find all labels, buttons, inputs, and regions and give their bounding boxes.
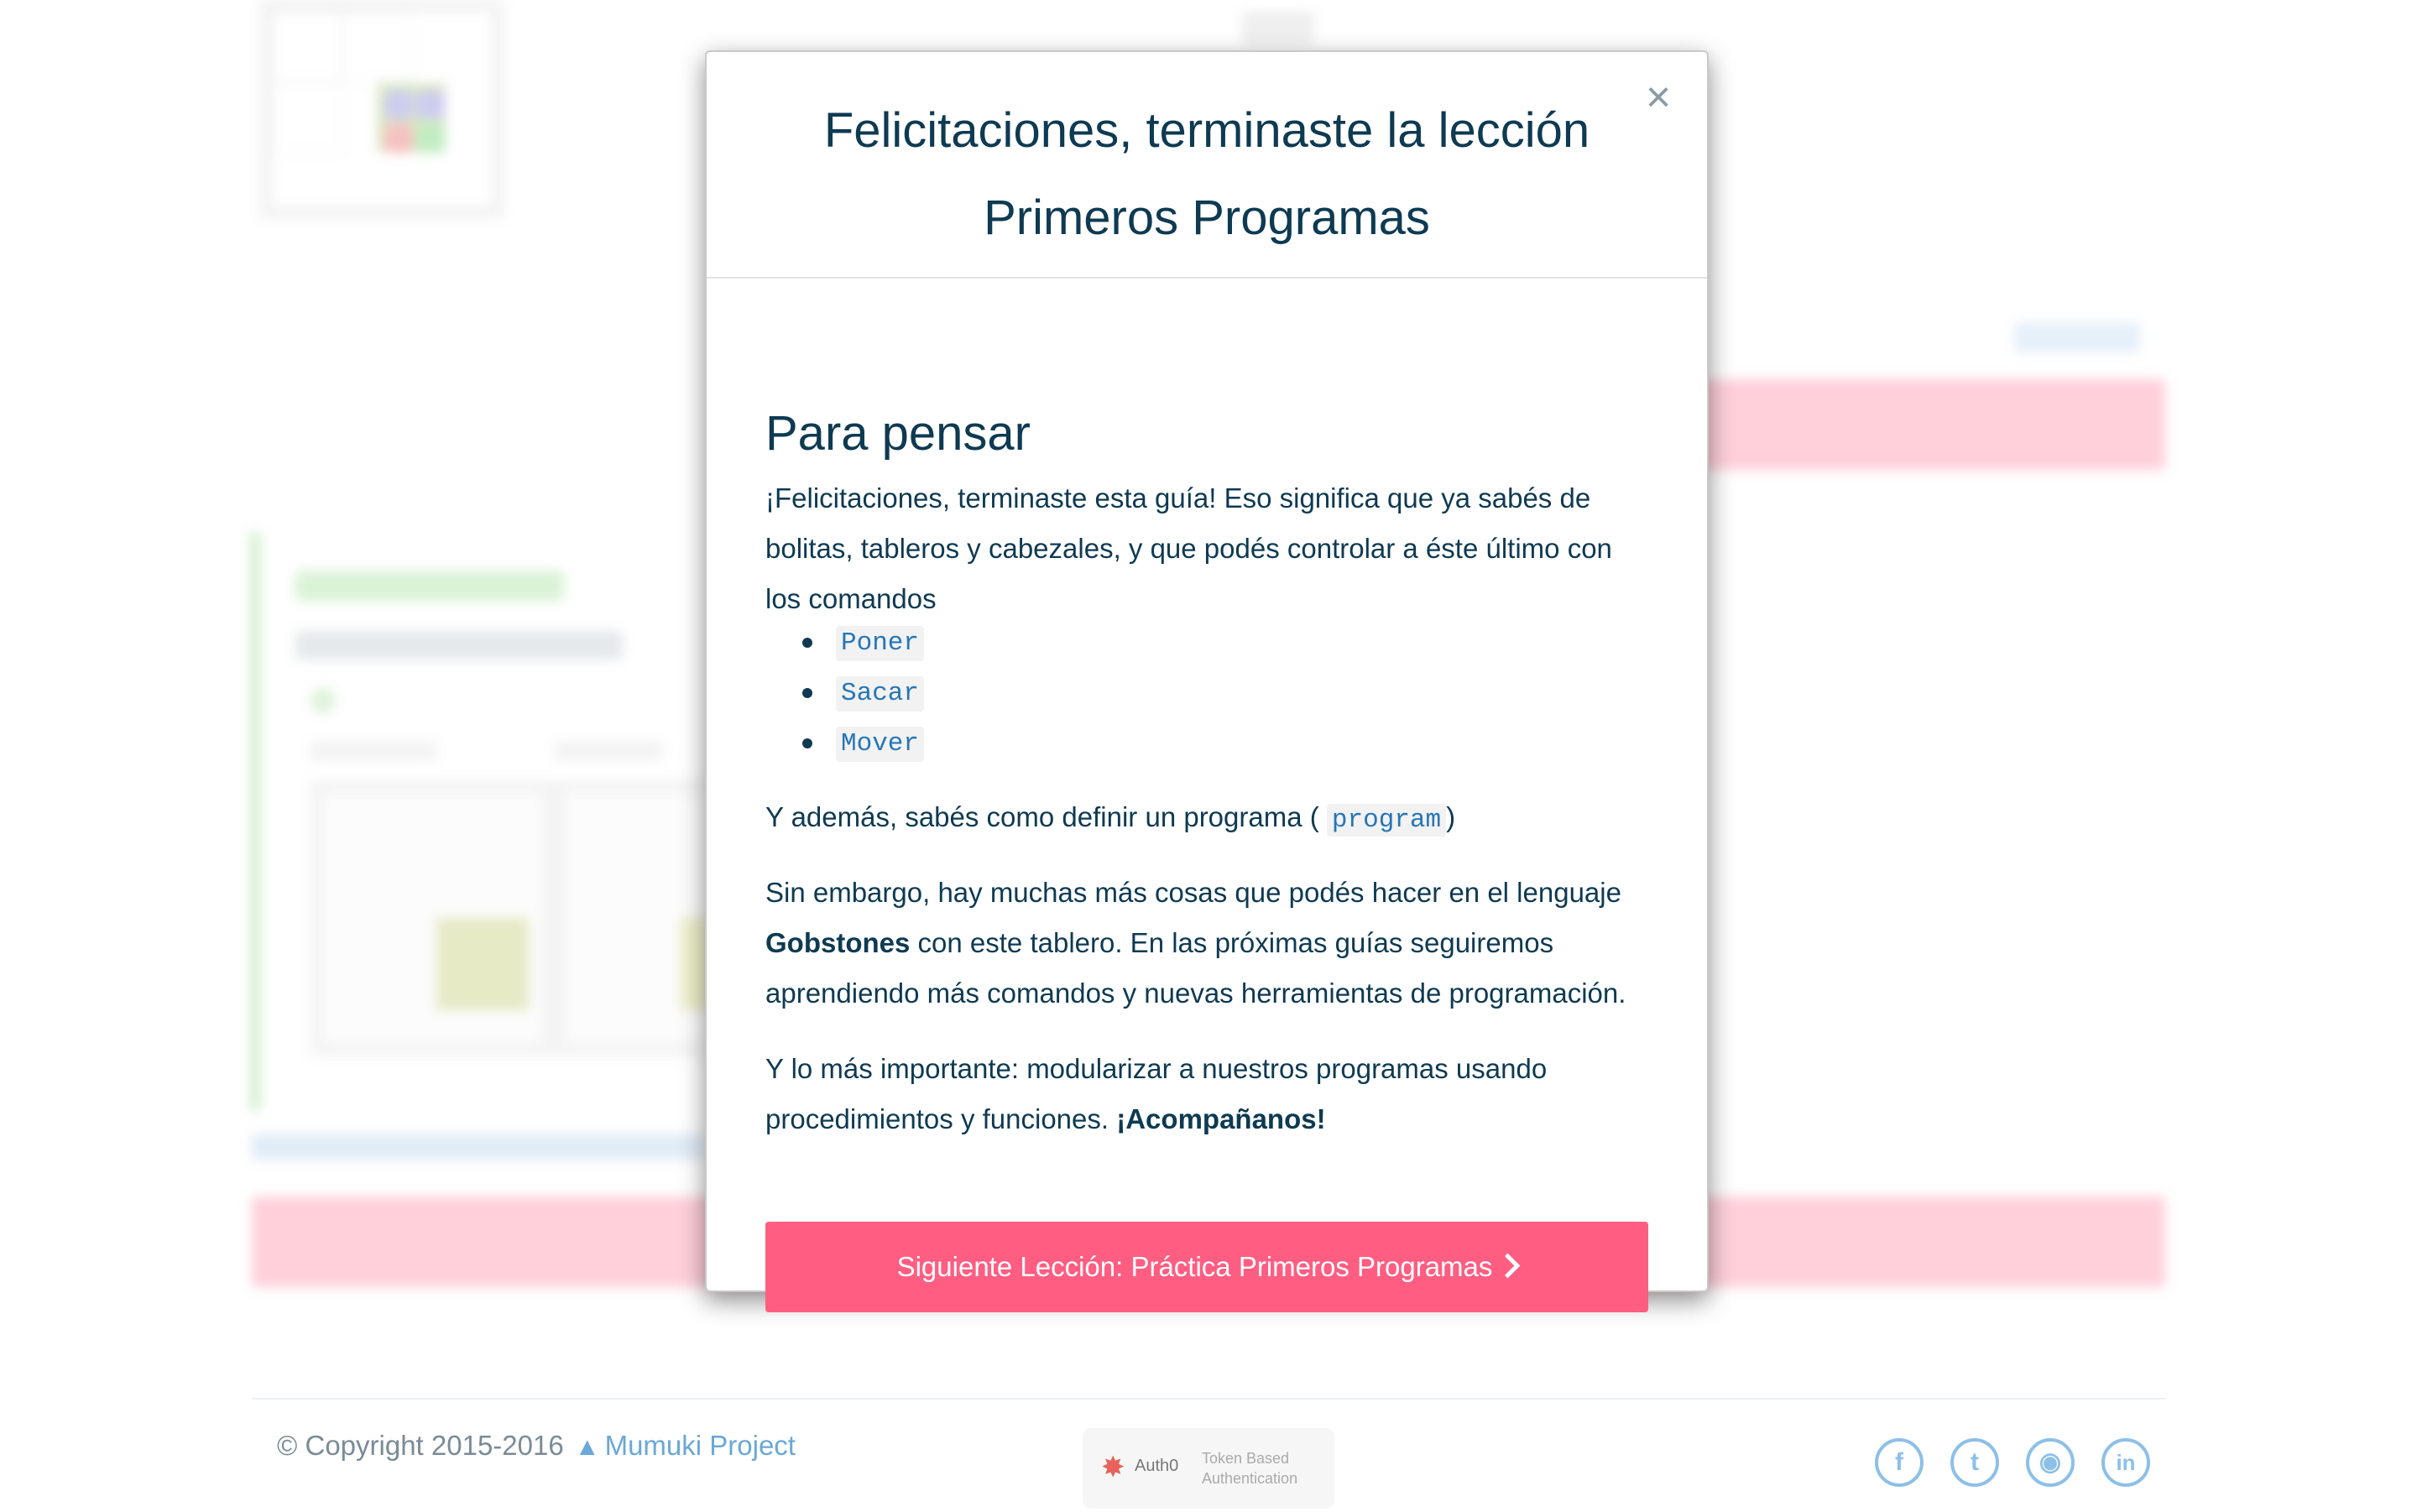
auth0-desc-line: Authentication (1202, 1470, 1298, 1487)
section-title: Para pensar (765, 406, 1031, 461)
program-code: program (1326, 804, 1447, 837)
paragraph-modularize: Y lo más importante: modularizar a nuest… (765, 1044, 1648, 1144)
auth0-name: Auth0 (1135, 1457, 1179, 1475)
paragraph-text: ) (1446, 801, 1456, 832)
modal-title-line1: Felicitaciones, terminaste la lección (823, 103, 1590, 158)
auth0-badge[interactable]: ✸ Auth0 Token Based Authentication (1083, 1428, 1334, 1509)
command-code: Sacar (836, 676, 925, 712)
chevron-right-icon (1496, 1253, 1521, 1279)
auth0-logo-icon: ✸ (1101, 1452, 1125, 1483)
next-lesson-label: Siguiente Lección: Práctica Primeros Pro… (896, 1251, 1493, 1282)
list-item: Mover (765, 718, 925, 769)
paragraph-congrats: ¡Felicitaciones, terminaste esta guía! E… (765, 482, 1612, 614)
paragraph-gobstones: Sin embargo, hay muchas más cosas que po… (765, 868, 1648, 1019)
list-item: Poner (765, 618, 925, 668)
paragraph-text: Y además, sabés como definir un programa… (765, 801, 1319, 832)
copyright-text: © Copyright 2015-2016 (277, 1430, 564, 1461)
github-icon[interactable]: ◉ (2026, 1438, 2075, 1487)
acompananos-bold: ¡Acompañanos! (1116, 1103, 1326, 1134)
command-list: Poner Sacar Mover (765, 618, 925, 769)
next-lesson-button[interactable]: Siguiente Lección: Práctica Primeros Pro… (765, 1222, 1648, 1312)
close-icon[interactable]: × (1635, 74, 1682, 121)
modal-title: Felicitaciones, terminaste la lección Pr… (791, 87, 1623, 262)
mumuki-logo-icon: ▲ (574, 1433, 600, 1461)
paragraph-text: Sin embargo, hay muchas más cosas que po… (765, 877, 1621, 908)
auth0-desc-line: Token Based (1202, 1450, 1290, 1467)
copyright: © Copyright 2015-2016 ▲ Mumuki Project (277, 1430, 796, 1462)
modal-title-line2: Primeros Programas (984, 190, 1430, 245)
twitter-icon[interactable]: t (1950, 1438, 1999, 1487)
footer: © Copyright 2015-2016 ▲ Mumuki Project ✸ … (252, 1398, 2165, 1512)
linkedin-icon[interactable]: in (2101, 1438, 2150, 1487)
command-code: Mover (836, 727, 925, 762)
paragraph-program: Y además, sabés como definir un programa… (765, 792, 1648, 846)
auth0-description: Token Based Authentication (1202, 1448, 1328, 1489)
modal-header: Felicitaciones, terminaste la lección Pr… (707, 52, 1707, 279)
command-code: Poner (836, 626, 925, 661)
mumuki-project-link[interactable]: Mumuki Project (605, 1430, 796, 1461)
gobstones-bold: Gobstones (765, 927, 911, 958)
facebook-icon[interactable]: f (1875, 1438, 1924, 1487)
list-item: Sacar (765, 668, 925, 718)
lesson-complete-modal: Felicitaciones, terminaste la lección Pr… (705, 50, 1709, 1312)
